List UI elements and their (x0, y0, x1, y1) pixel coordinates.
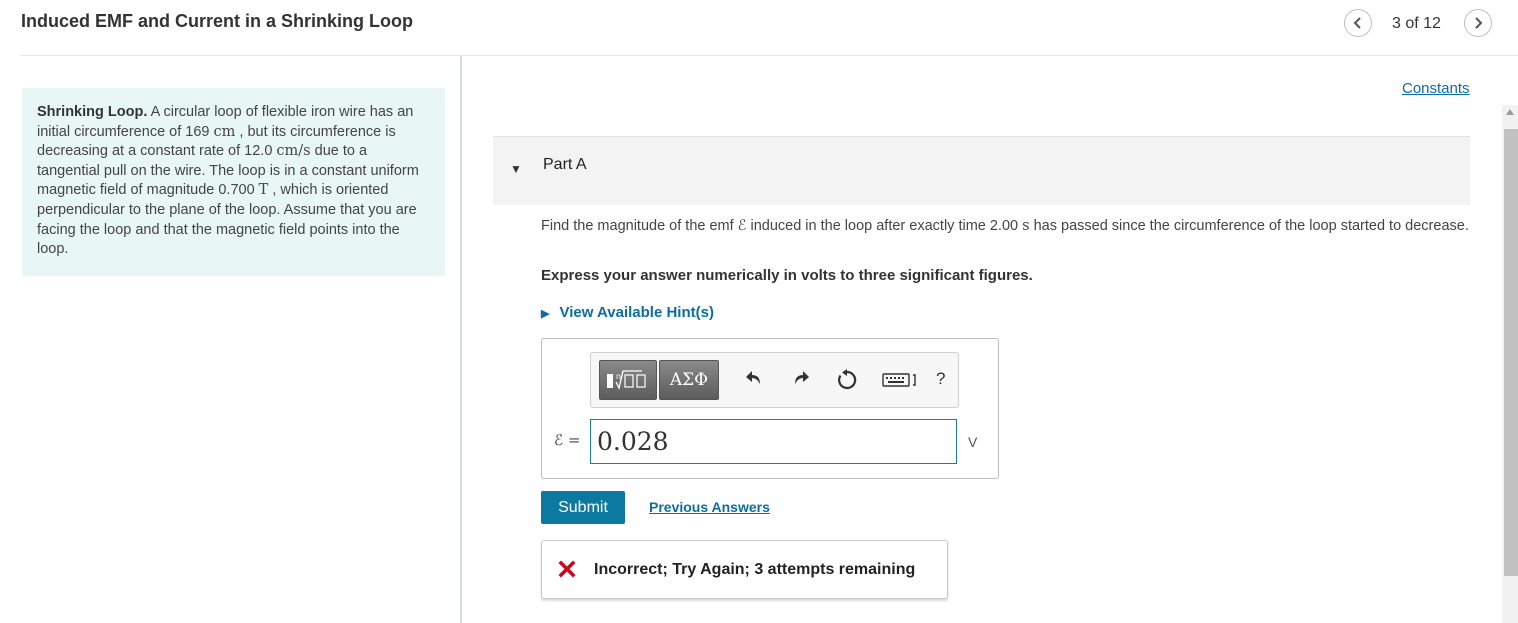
vertical-scrollbar[interactable] (1502, 105, 1518, 623)
submit-button[interactable]: Submit (541, 491, 625, 524)
view-hints-link[interactable]: ▶ View Available Hint(s) (541, 304, 714, 321)
page-title: Induced EMF and Current in a Shrinking L… (21, 11, 414, 31)
undo-icon[interactable] (744, 369, 764, 391)
reset-icon[interactable] (836, 369, 858, 395)
problem-intro-panel: Shrinking Loop. A circular loop of flexi… (22, 88, 445, 276)
intro-unit-tesla: T (258, 182, 269, 199)
hint-link-label: View Available Hint(s) (559, 304, 714, 321)
expand-triangle-icon: ▶ (541, 308, 550, 320)
answer-input[interactable]: 0.028 (590, 419, 957, 464)
feedback-message: Incorrect; Try Again; 3 attempts remaini… (594, 561, 916, 578)
help-button[interactable]: ? (936, 370, 945, 387)
previous-answers-link[interactable]: Previous Answers (649, 499, 770, 515)
part-title: Part A (543, 156, 587, 173)
scroll-thumb[interactable] (1504, 129, 1518, 576)
question-text-b: induced in the loop after exactly time 2… (746, 218, 1023, 234)
answer-instruction: Express your answer numerically in volts… (541, 267, 1033, 284)
next-item-button[interactable] (1464, 9, 1492, 37)
redo-icon[interactable] (791, 369, 811, 391)
question-text-c: has passed since the circumference of th… (1029, 218, 1469, 234)
answer-box: n ΑΣΦ ? ℰ = 0.028 V (541, 338, 999, 479)
greek-symbols-button[interactable]: ΑΣΦ (659, 360, 719, 400)
chevron-left-icon (1353, 17, 1361, 29)
page-header: Induced EMF and Current in a Shrinking L… (0, 0, 1518, 56)
keyboard-icon[interactable] (882, 372, 918, 392)
templates-icon: n (607, 370, 646, 390)
emf-variable-label: ℰ = (554, 431, 581, 449)
question-text-a: Find the magnitude of the emf (541, 218, 738, 234)
part-a-header[interactable]: ▼ Part A (493, 136, 1470, 205)
time-unit: s (1022, 218, 1030, 234)
question-text: Find the magnitude of the emf ℰ induced … (541, 217, 1476, 236)
item-counter: 3 of 12 (1392, 15, 1441, 32)
templates-button[interactable]: n (599, 360, 657, 400)
column-divider (460, 56, 462, 623)
intro-unit-cms: cm/s (276, 143, 311, 160)
scroll-up-arrow-icon[interactable] (1506, 109, 1514, 115)
intro-lead: Shrinking Loop. (37, 104, 148, 120)
x-mark-icon (558, 560, 576, 581)
intro-unit-cm: cm (213, 123, 236, 140)
feedback-box: Incorrect; Try Again; 3 attempts remaini… (541, 540, 948, 599)
constants-link[interactable]: Constants (1402, 80, 1470, 97)
collapse-arrow-icon[interactable]: ▼ (510, 162, 522, 176)
previous-item-button[interactable] (1344, 9, 1372, 37)
chevron-right-icon (1475, 17, 1483, 29)
unit-label: V (968, 434, 978, 450)
math-toolbar: n ΑΣΦ ? (590, 352, 959, 408)
header-divider (20, 55, 1518, 56)
